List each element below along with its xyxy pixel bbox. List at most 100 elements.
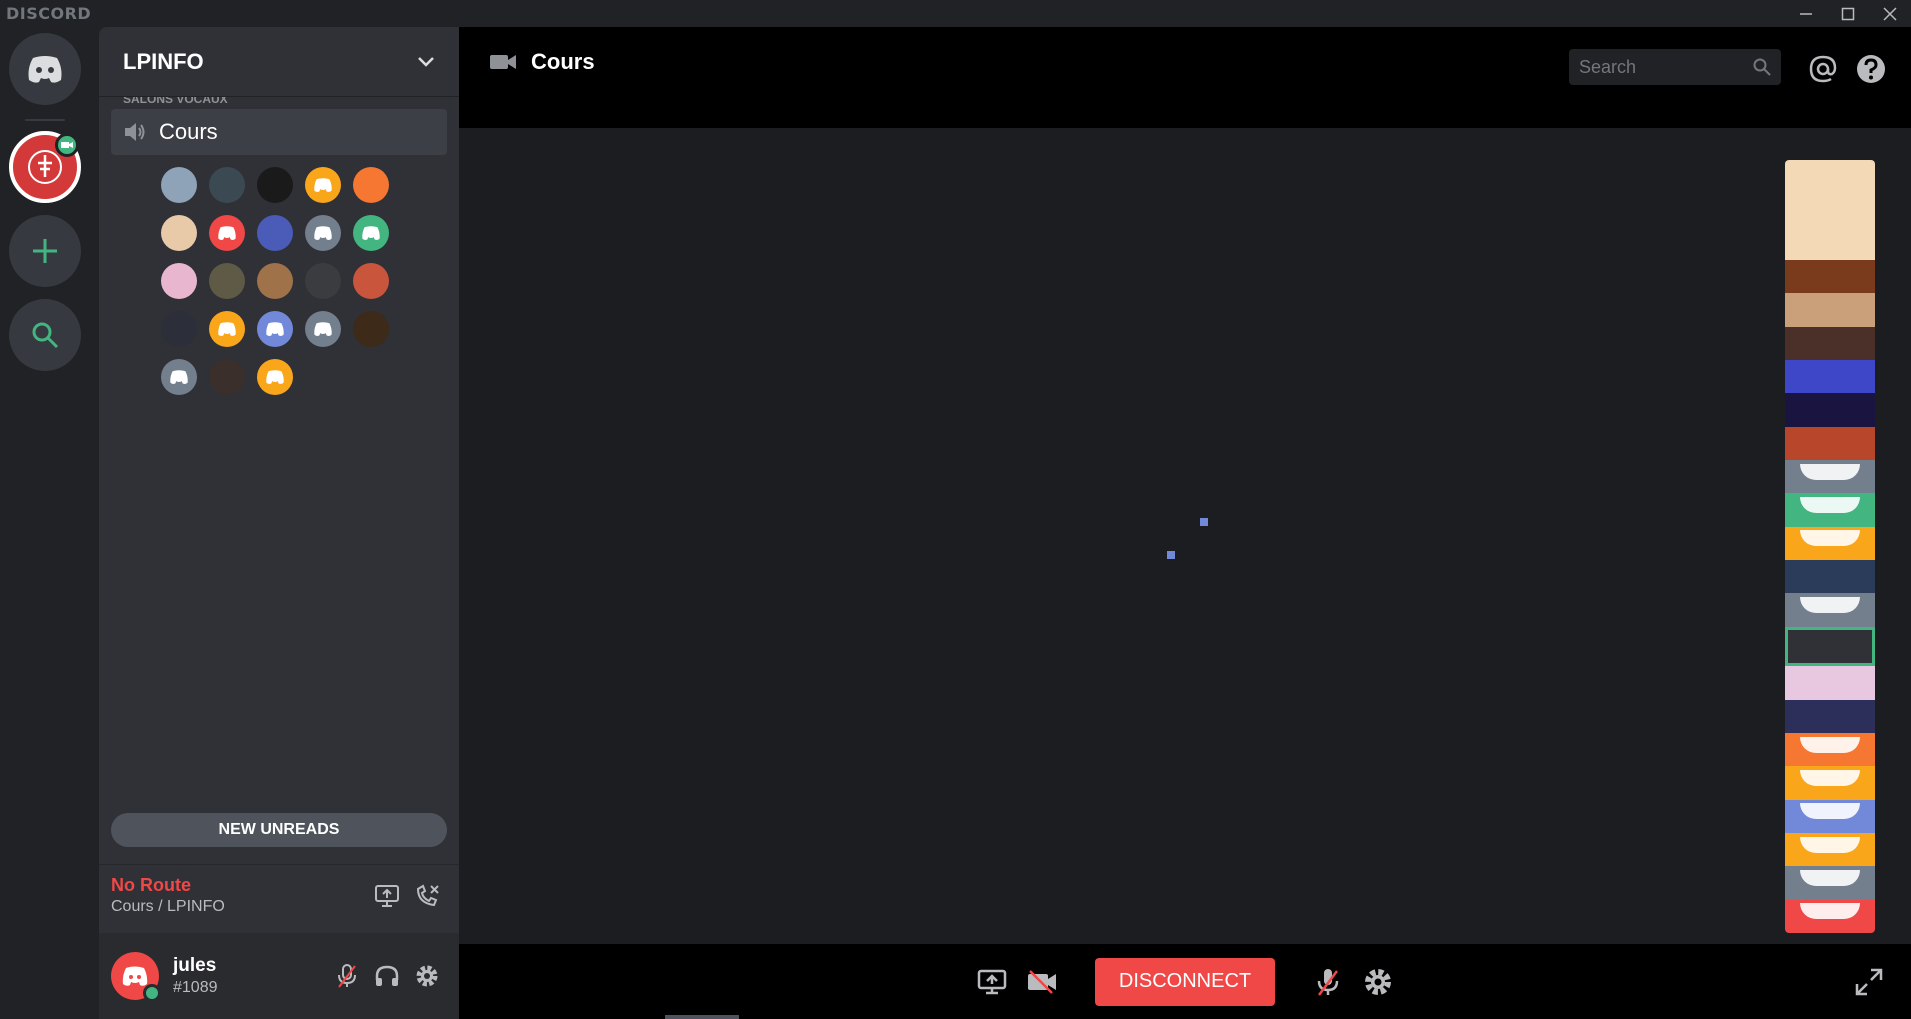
participant-avatar[interactable]	[353, 311, 389, 347]
stream-tile[interactable]	[1785, 666, 1875, 700]
explore-servers-button[interactable]	[9, 299, 81, 371]
participant-avatar[interactable]	[209, 167, 245, 203]
stream-tile[interactable]	[1785, 260, 1875, 294]
discord-avatar-icon	[1800, 497, 1860, 514]
server-header[interactable]: LPINFO	[99, 27, 459, 97]
add-server-button[interactable]	[9, 215, 81, 287]
user-settings-button[interactable]	[407, 956, 447, 996]
mute-button[interactable]	[1306, 960, 1350, 1004]
discord-avatar-icon	[1800, 869, 1860, 886]
participant-avatar[interactable]	[305, 167, 341, 203]
voice-channel-cours[interactable]: Cours	[111, 109, 447, 155]
discord-logo-icon	[28, 56, 62, 83]
maximize-icon[interactable]	[1827, 0, 1869, 27]
stream-tile[interactable]	[1785, 160, 1875, 261]
participant-avatar[interactable]	[161, 167, 197, 203]
fullscreen-button[interactable]	[1849, 962, 1889, 1002]
discord-avatar-icon	[1800, 769, 1860, 786]
stream-tile[interactable]	[1785, 699, 1875, 733]
at-mention-icon	[1809, 55, 1837, 83]
search-input[interactable]: Search	[1569, 49, 1781, 85]
participant-avatar[interactable]	[353, 167, 389, 203]
server-name: LPINFO	[123, 48, 204, 74]
stream-tile[interactable]	[1785, 393, 1875, 427]
stream-tile[interactable]	[1785, 799, 1875, 833]
category-label-cut: SALONS VOCAUX	[123, 97, 228, 106]
close-icon[interactable]	[1869, 0, 1911, 27]
new-unreads-button[interactable]: NEW UNREADS	[111, 813, 447, 847]
deafen-button[interactable]	[367, 956, 407, 996]
stream-tile[interactable]	[1785, 560, 1875, 594]
discord-avatar-icon	[266, 370, 284, 384]
voice-settings-button[interactable]	[1356, 960, 1400, 1004]
help-button[interactable]	[1851, 49, 1891, 89]
horizontal-scrollbar[interactable]	[665, 1015, 739, 1019]
discord-avatar-icon	[1800, 597, 1860, 614]
title-bar: DISCORD	[0, 0, 1911, 27]
participant-avatar[interactable]	[209, 215, 245, 251]
gear-icon	[1365, 968, 1392, 995]
avatar[interactable]	[111, 952, 161, 1002]
disconnect-call-button[interactable]	[407, 876, 447, 916]
connection-status[interactable]: No Route	[111, 875, 367, 896]
connection-location[interactable]: Cours / LPINFO	[111, 898, 367, 916]
discord-avatar-icon	[1800, 463, 1860, 480]
participant-avatar[interactable]	[209, 359, 245, 395]
discord-avatar-icon	[218, 322, 236, 336]
participant-avatar[interactable]	[209, 263, 245, 299]
channel-sidebar: LPINFO SALONS VOCAUX Cours NEW UNREADS N…	[99, 27, 459, 1019]
stream-tile[interactable]	[1785, 493, 1875, 527]
screen-share-button[interactable]	[970, 960, 1014, 1004]
participant-avatar[interactable]	[209, 311, 245, 347]
participant-avatar[interactable]	[305, 215, 341, 251]
stream-tile[interactable]	[1785, 326, 1875, 361]
call-controls: DISCONNECT	[459, 944, 1911, 1019]
participant-avatar[interactable]	[257, 263, 293, 299]
stream-tile[interactable]	[1785, 832, 1875, 867]
stream-tile[interactable]	[1785, 732, 1875, 767]
discord-avatar-icon	[170, 370, 188, 384]
screen-share-icon	[977, 969, 1007, 994]
stream-tile[interactable]	[1785, 526, 1875, 561]
participant-avatar[interactable]	[353, 263, 389, 299]
participant-avatar[interactable]	[257, 359, 293, 395]
main-content: Cours Search DISCONNECT	[459, 27, 1911, 1019]
microphone-muted-icon	[338, 964, 356, 988]
stream-tile[interactable]	[1785, 593, 1875, 627]
participant-avatar[interactable]	[161, 311, 197, 347]
stream-tile[interactable]	[1785, 899, 1875, 933]
participant-avatar[interactable]	[161, 215, 197, 251]
search-icon	[32, 322, 59, 349]
disconnect-button[interactable]: DISCONNECT	[1094, 957, 1276, 1006]
participant-avatar[interactable]	[305, 263, 341, 299]
participant-avatar[interactable]	[161, 359, 197, 395]
online-status-icon	[143, 984, 161, 1002]
phone-hangup-icon	[416, 884, 439, 906]
stream-tile[interactable]	[1785, 866, 1875, 900]
stream-tile[interactable]	[1785, 426, 1875, 461]
participant-avatar[interactable]	[257, 311, 293, 347]
app-brand: DISCORD	[6, 4, 92, 23]
server-icon-lpinfo[interactable]	[9, 131, 81, 203]
voice-active-badge	[55, 133, 79, 157]
home-button[interactable]	[9, 33, 81, 105]
stream-tile[interactable]	[1785, 360, 1875, 394]
stream-tile[interactable]	[1785, 460, 1875, 494]
camera-toggle-button[interactable]	[1020, 960, 1064, 1004]
participant-avatar[interactable]	[257, 215, 293, 251]
voice-participants	[99, 155, 459, 395]
minimize-icon[interactable]	[1785, 0, 1827, 27]
screen-share-button[interactable]	[367, 876, 407, 916]
mentions-button[interactable]	[1803, 49, 1843, 89]
participant-avatar[interactable]	[161, 263, 197, 299]
discord-avatar-icon	[1800, 530, 1860, 547]
stream-tile[interactable]	[1785, 626, 1875, 667]
voice-channel-name: Cours	[159, 119, 218, 144]
channel-name: Cours	[531, 49, 595, 74]
stream-tile[interactable]	[1785, 293, 1875, 327]
participant-avatar[interactable]	[353, 215, 389, 251]
participant-avatar[interactable]	[257, 167, 293, 203]
participant-avatar[interactable]	[305, 311, 341, 347]
stream-tile[interactable]	[1785, 766, 1875, 800]
mute-button[interactable]	[327, 956, 367, 996]
